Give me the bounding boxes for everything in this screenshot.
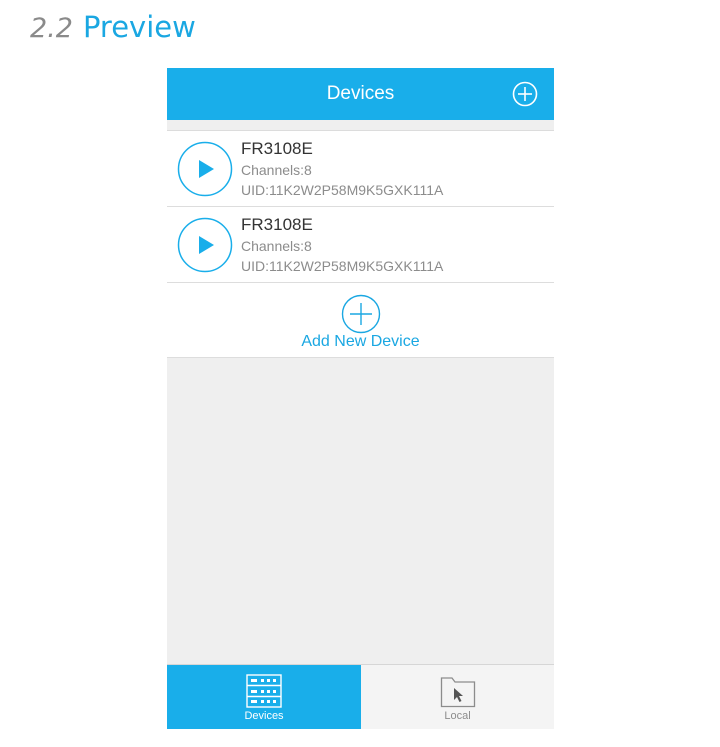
page-title: Devices (326, 83, 395, 104)
device-name: FR3108E (241, 139, 313, 158)
play-icon[interactable] (177, 141, 233, 197)
tab-local-label: Local (444, 710, 471, 722)
tab-devices-label: Devices (244, 710, 284, 722)
section-title: Preview (82, 10, 196, 44)
section-number: 2.2 (30, 13, 73, 44)
plus-circle-icon[interactable] (341, 294, 381, 334)
tab-bar: Devices Local (167, 664, 554, 729)
section-heading: 2.2 Preview (30, 10, 196, 50)
device-uid: UID:11K2W2P58M9K5GXK111A (241, 258, 444, 274)
device-uid: UID:11K2W2P58M9K5GXK111A (241, 182, 444, 198)
nav-bar: Devices (167, 68, 554, 120)
device-channels: Channels:8 (241, 238, 312, 254)
add-device-header-button[interactable] (512, 81, 538, 107)
play-icon[interactable] (177, 217, 233, 273)
device-list: FR3108E Channels:8 UID:11K2W2P58M9K5GXK1… (167, 130, 554, 358)
folder-cursor-icon (440, 677, 475, 708)
add-new-device-label: Add New Device (301, 333, 420, 350)
add-new-device-button[interactable]: Add New Device (167, 283, 554, 358)
server-rack-icon (246, 674, 282, 708)
device-row[interactable]: FR3108E Channels:8 UID:11K2W2P58M9K5GXK1… (167, 207, 554, 283)
tab-local[interactable]: Local (361, 665, 554, 729)
device-channels: Channels:8 (241, 162, 312, 178)
device-name: FR3108E (241, 215, 313, 234)
tab-devices[interactable]: Devices (167, 665, 361, 729)
device-row[interactable]: FR3108E Channels:8 UID:11K2W2P58M9K5GXK1… (167, 131, 554, 207)
app-screen: Devices FR3108E Channels:8 UID:11K2W2P58… (167, 68, 554, 729)
